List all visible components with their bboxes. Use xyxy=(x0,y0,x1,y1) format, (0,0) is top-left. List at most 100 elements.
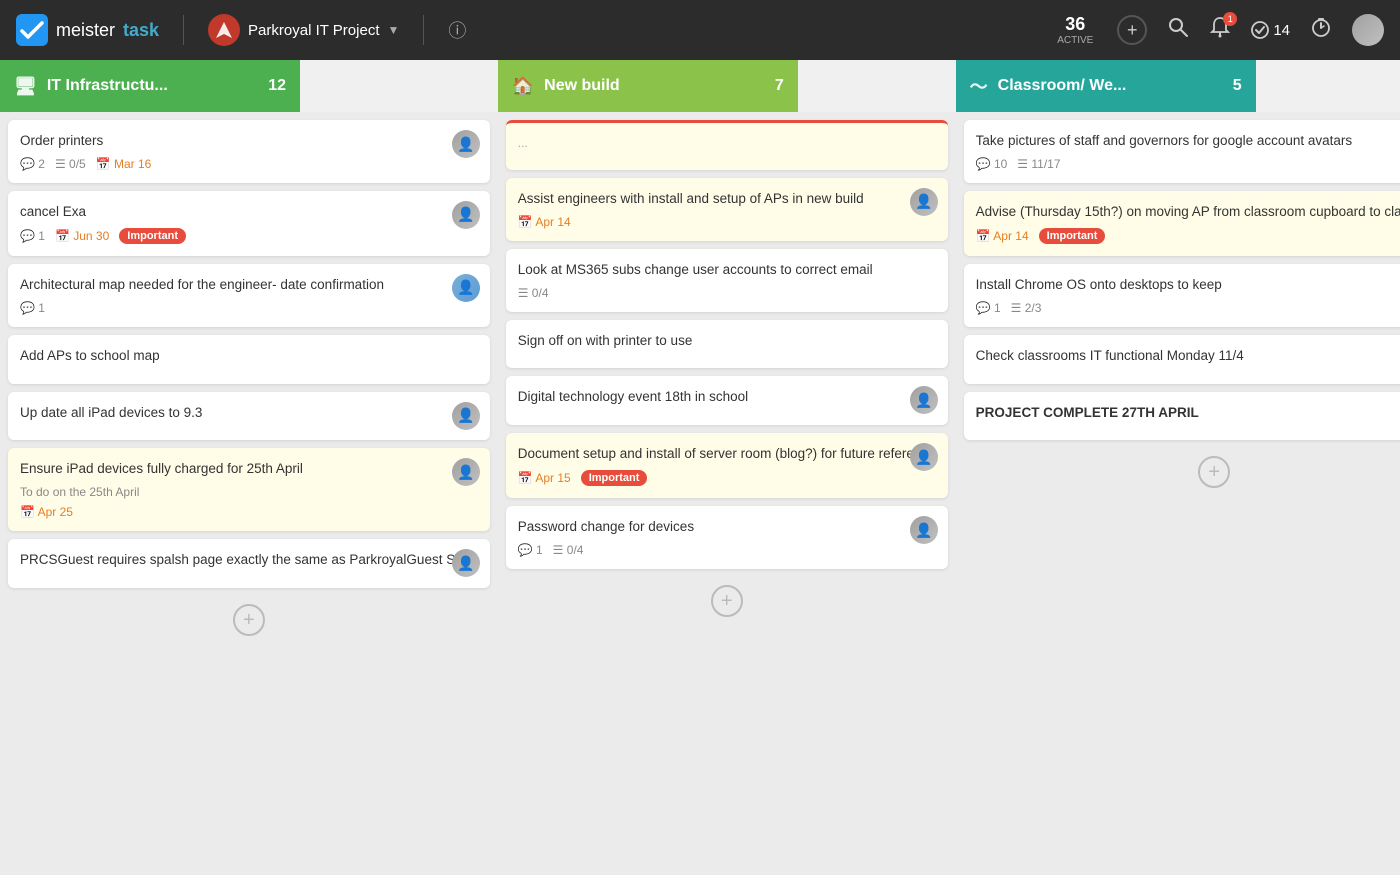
comment-count: 💬 2 xyxy=(20,157,45,171)
classroom-body: Take pictures of staff and governors for… xyxy=(956,112,1400,875)
info-icon[interactable]: ⓘ xyxy=(448,17,466,43)
important-tag: Important xyxy=(581,470,648,486)
classroom-icon: 〜 xyxy=(970,73,988,99)
card-advise-ap: Advise (Thursday 15th?) on moving AP fro… xyxy=(964,191,1400,256)
it-infra-title: IT Infrastructu... xyxy=(47,77,258,95)
card-title: Order printers xyxy=(20,132,478,151)
add-card-button[interactable]: + xyxy=(233,604,265,636)
due-date: 📅 Apr 14 xyxy=(976,229,1029,243)
card-title: Install Chrome OS onto desktops to keep xyxy=(976,276,1400,295)
assignee-avatar: 👤 xyxy=(452,274,480,302)
new-build-count: 7 xyxy=(775,77,784,95)
card-meta: 📅 Apr 15 Important xyxy=(518,470,936,486)
project-chevron-icon[interactable]: ▼ xyxy=(387,23,399,37)
timer-icon[interactable] xyxy=(1310,16,1332,44)
card-title: Ensure iPad devices fully charged for 25… xyxy=(20,460,478,479)
important-tag: Important xyxy=(1039,228,1106,244)
comment-count: 💬 10 xyxy=(976,157,1008,171)
card-title: Take pictures of staff and governors for… xyxy=(976,132,1400,151)
card-ipad-charged: Ensure iPad devices fully charged for 25… xyxy=(8,448,490,531)
card-check-classrooms: Check classrooms IT functional Monday 11… xyxy=(964,335,1400,384)
search-icon[interactable] xyxy=(1167,16,1189,44)
new-build-title: New build xyxy=(544,77,765,95)
project-icon xyxy=(208,14,240,46)
card-meta: 📅 Apr 25 xyxy=(20,505,478,519)
logo-text-task: task xyxy=(123,20,159,41)
assignee-avatar: 👤 xyxy=(910,443,938,471)
check-number: 14 xyxy=(1273,22,1290,39)
comment-count: 💬 1 xyxy=(20,301,45,315)
app-logo[interactable]: meistertask xyxy=(16,14,159,46)
assignee-avatar: 👤 xyxy=(452,549,480,577)
card-partial-top: ... xyxy=(506,120,948,170)
comment-count: 💬 1 xyxy=(976,301,1001,315)
card-title: Digital technology event 18th in school xyxy=(518,388,936,407)
column-header-it-infra: 🖥 IT Infrastructu... 12 xyxy=(0,60,300,112)
checklist: ☰ 0/5 xyxy=(55,157,86,171)
active-label: ACTIVE xyxy=(1057,35,1093,46)
card-ms365: Look at MS365 subs change user accounts … xyxy=(506,249,948,312)
checklist: ☰ 0/4 xyxy=(553,543,584,557)
card-arch-map: Architectural map needed for the enginee… xyxy=(8,264,490,327)
column-new-build: 🏠 New build 7 ... Assist engineers with … xyxy=(498,60,956,875)
card-order-printers: Order printers 💬 2 ☰ 0/5 📅 Mar 16 👤 xyxy=(8,120,490,183)
column-it-infrastructure: 🖥 IT Infrastructu... 12 Order printers 💬… xyxy=(0,60,498,875)
add-card-button[interactable]: + xyxy=(1198,456,1230,488)
card-chrome-os: Install Chrome OS onto desktops to keep … xyxy=(964,264,1400,327)
check-count[interactable]: 14 xyxy=(1251,21,1290,39)
checklist: ☰ 0/4 xyxy=(518,286,549,300)
card-title: Password change for devices xyxy=(518,518,936,537)
card-meta: 💬 1 xyxy=(20,301,478,315)
due-date: 📅 Apr 25 xyxy=(20,505,73,519)
add-button[interactable]: + xyxy=(1117,15,1147,45)
card-title: ... xyxy=(518,135,936,152)
notification-badge: 1 xyxy=(1223,12,1237,26)
column-header-classroom: 〜 Classroom/ We... 5 xyxy=(956,60,1256,112)
it-infra-body: Order printers 💬 2 ☰ 0/5 📅 Mar 16 👤 canc… xyxy=(0,112,498,875)
card-sign-off-printer: Sign off on with printer to use xyxy=(506,320,948,369)
due-date: 📅 Jun 30 xyxy=(55,229,109,243)
card-title: Document setup and install of server roo… xyxy=(518,445,936,464)
assignee-avatar: 👤 xyxy=(452,458,480,486)
add-card-button[interactable]: + xyxy=(711,585,743,617)
assignee-avatar: 👤 xyxy=(452,201,480,229)
project-selector[interactable]: Parkroyal IT Project ▼ xyxy=(208,14,399,46)
board-area: 🖥 IT Infrastructu... 12 Order printers 💬… xyxy=(0,60,1400,875)
comment-count: 💬 1 xyxy=(20,229,45,243)
card-document-server: Document setup and install of server roo… xyxy=(506,433,948,498)
important-tag: Important xyxy=(119,228,186,244)
checklist: ☰ 11/17 xyxy=(1017,157,1060,171)
it-infra-icon: 🖥 xyxy=(14,76,37,97)
card-assist-engineers: Assist engineers with install and setup … xyxy=(506,178,948,241)
card-take-pictures: Take pictures of staff and governors for… xyxy=(964,120,1400,183)
card-meta: 💬 1 ☰ 2/3 xyxy=(976,301,1400,315)
card-meta: 📅 Apr 14 xyxy=(518,215,936,229)
nav-actions: + 1 14 xyxy=(1117,14,1384,46)
card-title: Add APs to school map xyxy=(20,347,478,366)
nav-divider-1 xyxy=(183,15,184,45)
assignee-avatar: 👤 xyxy=(910,386,938,414)
card-meta: ☰ 0/4 xyxy=(518,286,936,300)
top-navigation: meistertask Parkroyal IT Project ▼ ⓘ 36 … xyxy=(0,0,1400,60)
card-title: Advise (Thursday 15th?) on moving AP fro… xyxy=(976,203,1400,222)
card-project-complete: PROJECT COMPLETE 27TH APRIL xyxy=(964,392,1400,441)
classroom-count: 5 xyxy=(1233,77,1242,95)
new-build-icon: 🏠 xyxy=(512,76,534,97)
card-add-aps: Add APs to school map xyxy=(8,335,490,384)
card-meta: 💬 1 📅 Jun 30 Important xyxy=(20,228,478,244)
assignee-avatar: 👤 xyxy=(910,516,938,544)
card-title: Look at MS365 subs change user accounts … xyxy=(518,261,936,280)
card-digital-tech-event: Digital technology event 18th in school … xyxy=(506,376,948,425)
it-infra-count: 12 xyxy=(268,77,286,95)
nav-divider-2 xyxy=(423,15,424,45)
comment-count: 💬 1 xyxy=(518,543,543,557)
card-title: PRCSGuest requires spalsh page exactly t… xyxy=(20,551,478,570)
assignee-avatar: 👤 xyxy=(452,130,480,158)
due-date: 📅 Apr 15 xyxy=(518,471,571,485)
user-avatar[interactable] xyxy=(1352,14,1384,46)
card-title: Sign off on with printer to use xyxy=(518,332,936,351)
notifications-icon[interactable]: 1 xyxy=(1209,16,1231,44)
card-title: cancel Exa xyxy=(20,203,478,222)
card-ipad-update: Up date all iPad devices to 9.3 👤 xyxy=(8,392,490,441)
card-title: Assist engineers with install and setup … xyxy=(518,190,936,209)
